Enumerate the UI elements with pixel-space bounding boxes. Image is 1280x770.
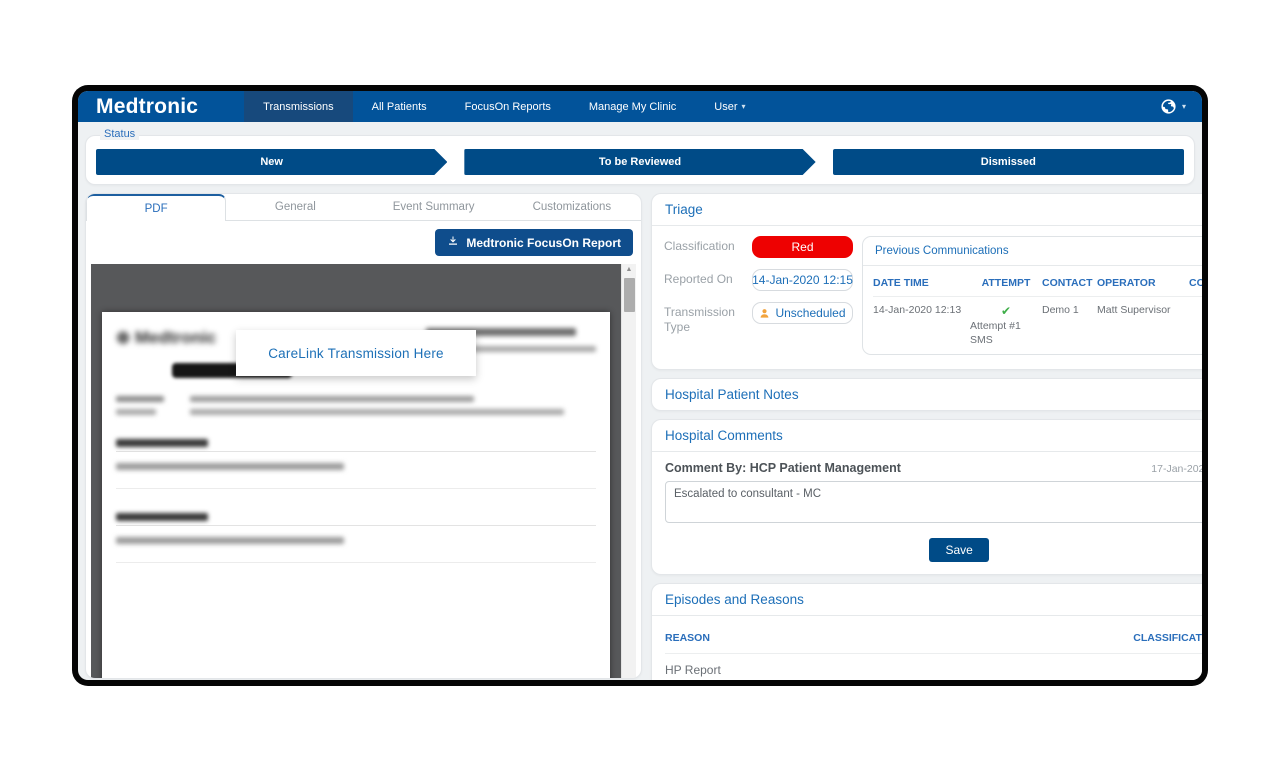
success-check-icon: ✔ [970,304,1042,318]
col-header-reason: REASON [665,632,1133,644]
table-row: 14-Jan-2020 12:13 ✔ Attempt #1 SMS Demo … [873,297,1202,346]
save-button[interactable]: Save [929,538,988,562]
nav-item-label: User [714,101,737,113]
classification-label: Classification [664,236,752,269]
main-content: Status New To be Reviewed Dismissed PDF … [78,122,1202,680]
report-tabs: PDF General Event Summary Customizations [86,194,641,221]
nav-item-all-patients[interactable]: All Patients [353,91,446,122]
status-steps: New To be Reviewed Dismissed [96,149,1184,175]
col-header-comment: COMMENT [1189,277,1202,289]
person-icon [759,308,770,319]
episodes-table: REASON CLASSIFICATION HP Report Min. bat… [652,616,1202,680]
col-header-contact: CONTACT [1042,277,1097,289]
overlay-label: CareLink Transmission Here [268,346,444,361]
download-button-label: Medtronic FocusOn Report [466,236,621,250]
cell-channel: SMS [970,334,993,346]
reported-on-value[interactable]: 14-Jan-2020 12:15 [752,269,853,291]
transmission-type-text: Unscheduled [775,306,845,320]
transmission-type-label: Transmission Type [664,302,752,335]
cell-reason: HP Report [665,663,1133,677]
download-icon [447,235,459,250]
comment-by-label: Comment By: HCP Patient Management [665,461,901,475]
triage-title: Triage [665,202,703,217]
table-row: HP Report [665,654,1202,680]
app-window-frame: Medtronic Transmissions All Patients Foc… [72,85,1208,686]
hospital-patient-notes-title: Hospital Patient Notes [665,387,799,402]
hospital-comments-header[interactable]: Hospital Comments ▼ [652,420,1202,452]
nav-item-user-menu[interactable]: User ▾ [695,91,764,122]
blurred-report-section [116,439,596,489]
episodes-and-reasons-section: Episodes and Reasons REASON CLASSIFICATI… [651,583,1202,680]
scrollbar-thumb[interactable] [624,278,635,312]
col-header-operator: OPERATOR [1097,277,1189,289]
cell-operator: Matt Supervisor [1097,304,1189,346]
hospital-patient-notes-section: Hospital Patient Notes ▼ [651,378,1202,411]
medtronic-logo: Medtronic [78,91,244,122]
status-section: Status New To be Reviewed Dismissed [85,135,1195,185]
transmission-type-value[interactable]: Unscheduled [752,302,853,324]
scroll-up-icon[interactable]: ▲ [626,264,633,276]
top-navbar: Medtronic Transmissions All Patients Foc… [78,91,1202,122]
nav-menu: Transmissions All Patients FocusOn Repor… [244,91,764,122]
pdf-toolbar [91,264,621,312]
comment-timestamp: 17-Jan-2020 11:43:17 [1151,463,1202,475]
comment-textarea[interactable]: Escalated to consultant - MC [665,481,1202,523]
focuson-report-download-button[interactable]: Medtronic FocusOn Report [435,229,633,256]
report-panel: PDF General Event Summary Customizations [85,193,642,679]
blurred-report-logo: ⊕ Medtronic [116,328,216,352]
col-header-attempt: ATTEMPT [970,277,1042,289]
nav-item-label: All Patients [372,101,427,113]
cell-attempt: Attempt #1 [970,320,1021,332]
status-legend: Status [100,128,139,140]
pdf-document-page: ⊕ Medtronic [102,312,610,679]
col-header-date-time: DATE TIME [873,277,970,289]
episodes-and-reasons-title: Episodes and Reasons [665,592,804,607]
blurred-report-section [116,513,596,563]
hospital-comments-section: Hospital Comments ▼ Comment By: HCP Pati… [651,419,1202,575]
nav-item-label: Transmissions [263,101,334,113]
tab-customizations[interactable]: Customizations [503,194,641,221]
cell-contact: Demo 1 [1042,304,1097,346]
pdf-viewer: ⊕ Medtronic [91,264,621,679]
reported-on-label: Reported On [664,269,752,302]
tab-general[interactable]: General [226,194,364,221]
application: Medtronic Transmissions All Patients Foc… [78,91,1202,680]
cell-comment [1189,304,1202,346]
status-step-new[interactable]: New [96,149,447,175]
tab-event-summary[interactable]: Event Summary [365,194,503,221]
cell-date-time: 14-Jan-2020 12:13 [873,304,970,346]
globe-icon[interactable] [1160,98,1177,115]
previous-communications-title: Previous Communications [875,245,1009,257]
nav-item-label: FocusOn Reports [465,101,551,113]
previous-communications-card: Previous Communications [862,236,1202,355]
nav-item-manage-my-clinic[interactable]: Manage My Clinic [570,91,695,122]
chevron-down-icon: ▾ [1182,102,1186,111]
pdf-scrollbar[interactable]: ▲ [621,264,636,679]
previous-communications-table: DATE TIME ATTEMPT CONTACT OPERATOR COMME… [863,266,1202,354]
triage-section: Triage Classification Reported On Transm… [651,193,1202,370]
chevron-down-icon: ▾ [742,102,746,111]
nav-item-label: Manage My Clinic [589,101,676,113]
hospital-patient-notes-header[interactable]: Hospital Patient Notes ▼ [652,379,1202,410]
hospital-comments-title: Hospital Comments [665,428,783,443]
col-header-classification: CLASSIFICATION [1133,632,1202,644]
status-step-dismissed[interactable]: Dismissed [833,149,1184,175]
classification-red-button[interactable]: Red [752,236,853,258]
cell-classification [1133,663,1202,677]
status-step-to-be-reviewed[interactable]: To be Reviewed [464,149,815,175]
nav-item-focuson-reports[interactable]: FocusOn Reports [446,91,570,122]
nav-item-transmissions[interactable]: Transmissions [244,91,353,122]
tab-pdf[interactable]: PDF [86,194,226,221]
blurred-report-meta [116,396,596,415]
carelink-transmission-overlay: CareLink Transmission Here [236,330,476,376]
